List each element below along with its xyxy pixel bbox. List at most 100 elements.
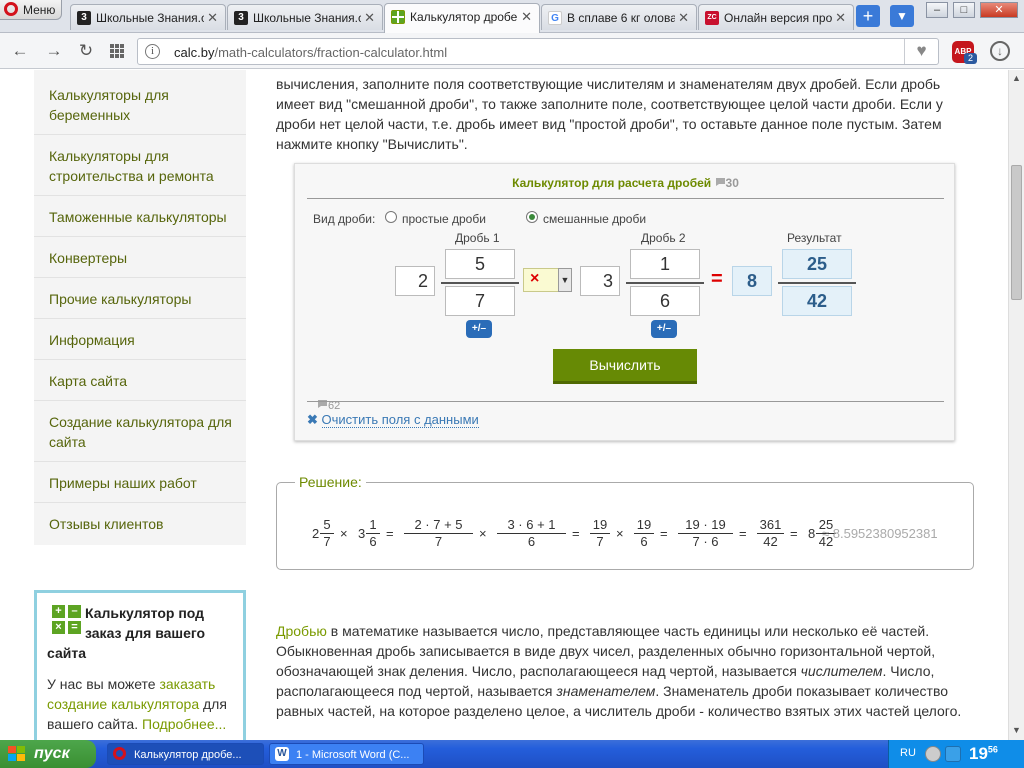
download-icon[interactable]: ↓: [990, 41, 1010, 61]
fraction1-denominator-input[interactable]: 7: [445, 286, 515, 316]
result-numerator: 25: [782, 249, 852, 279]
tab-close-icon[interactable]: ✕: [207, 10, 218, 26]
sidebar-item-sitemap[interactable]: Карта сайта: [34, 371, 246, 401]
fraction2-numerator-input[interactable]: 1: [630, 249, 700, 279]
clear-fields-label[interactable]: Очистить поля с данными: [321, 412, 479, 428]
tab-close-icon[interactable]: ✕: [364, 10, 375, 26]
calculate-button[interactable]: Вычислить: [553, 349, 697, 384]
solution-operator: =: [790, 526, 798, 541]
opera-icon: [113, 747, 126, 760]
fraction2-sign-button[interactable]: +/–: [651, 320, 677, 338]
radio-mixed-label[interactable]: смешанные дроби: [543, 212, 646, 226]
tab-close-icon[interactable]: ✕: [678, 10, 689, 26]
opera-menu-button[interactable]: Меню: [0, 0, 62, 20]
operator-select[interactable]: × ▼: [523, 268, 572, 292]
solution-operator: ×: [479, 526, 487, 541]
tab-school-2[interactable]: 3 Школьные Знания.c ✕: [227, 4, 383, 30]
radio-simple-label[interactable]: простые дроби: [402, 212, 486, 226]
solution-fraction: 57: [320, 517, 334, 550]
sidebar-item-info[interactable]: Информация: [34, 330, 246, 360]
taskbar-item-browser[interactable]: Калькулятор дробе...: [107, 743, 264, 765]
solution-numerator: 361: [759, 517, 782, 532]
reload-icon[interactable]: ↻: [76, 41, 96, 61]
sidebar-item-label[interactable]: Конвертеры: [49, 250, 127, 266]
tab-menu-chevron-icon[interactable]: ▼: [890, 5, 914, 27]
sidebar-item-label[interactable]: Создание калькулятора для сайта: [49, 414, 232, 450]
bookmark-heart-icon[interactable]: ♥: [904, 39, 938, 64]
solution-fraction: 19 · 19 7 · 6: [678, 517, 733, 550]
close-window-icon[interactable]: ✕: [980, 2, 1018, 18]
tab-close-icon[interactable]: ✕: [835, 10, 846, 26]
sidebar-item-customs[interactable]: Таможенные калькуляторы: [34, 207, 246, 237]
new-tab-plus-icon[interactable]: +: [856, 5, 880, 27]
custom-calculator-promo: + – × = Калькулятор под заказ для вашего са…: [34, 590, 246, 740]
clear-fields-link[interactable]: ✖ Очистить поля с данными: [307, 412, 479, 428]
language-indicator[interactable]: RU: [900, 747, 916, 759]
sidebar-item-label[interactable]: Прочие калькуляторы: [49, 291, 191, 307]
maximize-icon[interactable]: □: [953, 2, 975, 18]
fraction2-whole-input[interactable]: 3: [580, 266, 620, 296]
sidebar-item-label[interactable]: Отзывы клиентов: [49, 516, 163, 532]
tab-google-alloy[interactable]: G В сплаве 6 кг олова ✕: [541, 4, 697, 30]
sidebar-item-label[interactable]: Информация: [49, 332, 135, 348]
radio-simple-fractions[interactable]: [385, 211, 397, 223]
chevron-down-icon[interactable]: ▼: [558, 268, 572, 292]
fraction2-denominator-input[interactable]: 6: [630, 286, 700, 316]
tab-online-version[interactable]: ZC Онлайн версия прог ✕: [698, 4, 854, 30]
address-bar[interactable]: i calc.by/math-calculators/fraction-calc…: [137, 38, 939, 65]
scrollbar-thumb[interactable]: [1011, 165, 1022, 300]
fraction1-sign-button[interactable]: +/–: [466, 320, 492, 338]
solution-numerator: 2 · 7 + 5: [414, 517, 463, 532]
clear-x-icon: ✖: [307, 412, 318, 427]
sidebar-item-label[interactable]: Карта сайта: [49, 373, 127, 389]
tab-close-icon[interactable]: ✕: [521, 9, 532, 25]
fraction1-numerator-input[interactable]: 5: [445, 249, 515, 279]
speed-dial-grid-icon[interactable]: [107, 41, 127, 61]
solution-fraction: 19 7: [590, 517, 610, 550]
page-scrollbar[interactable]: ▲ ▼: [1008, 70, 1024, 740]
scroll-down-icon[interactable]: ▼: [1012, 725, 1021, 735]
sidebar-item-label[interactable]: Таможенные калькуляторы: [49, 209, 227, 225]
calc-favicon-icon: [391, 10, 405, 24]
promo-title-line1: Калькулятор под заказ для вашего: [85, 605, 206, 641]
sidebar-item-construction[interactable]: Калькуляторы для строительства и ремонта: [34, 146, 246, 196]
sidebar-item-create-calc[interactable]: Создание калькулятора для сайта: [34, 412, 246, 462]
forward-arrow-icon[interactable]: →: [44, 41, 64, 61]
site-info-icon[interactable]: i: [145, 44, 160, 59]
sidebar-item-label[interactable]: Примеры наших работ: [49, 475, 197, 491]
solution-denominator: 42: [757, 533, 784, 550]
online-favicon-icon: ZC: [705, 11, 719, 25]
windows-taskbar: пуск Калькулятор дробе... W 1 - Microsof…: [0, 740, 1024, 768]
minimize-icon[interactable]: –: [926, 2, 948, 18]
web-page: Калькуляторы для беременных Калькуляторы…: [0, 70, 1008, 740]
tab-fraction-calculator[interactable]: Калькулятор дробе ✕: [384, 3, 540, 33]
znanija-favicon-icon: 3: [77, 11, 91, 25]
more-link[interactable]: Подробнее...: [142, 716, 226, 732]
scroll-up-icon[interactable]: ▲: [1012, 73, 1021, 83]
fraction1-whole-input[interactable]: 2: [395, 266, 435, 296]
tab-school-1[interactable]: 3 Школьные Знания.c ✕: [70, 4, 226, 30]
sidebar-item-label[interactable]: Калькуляторы для строительства и ремонта: [49, 148, 214, 184]
back-arrow-icon[interactable]: ←: [10, 41, 30, 61]
solution-numerator: 19 · 19: [685, 517, 726, 532]
browser-toolbar: ← → ↻ i calc.by/math-calculators/fractio…: [0, 33, 1024, 69]
sidebar-item-converters[interactable]: Конвертеры: [34, 248, 246, 278]
clock[interactable]: 1956: [969, 744, 998, 764]
fraction-term-link[interactable]: Дробью: [276, 623, 327, 639]
radio-mixed-fractions[interactable]: [526, 211, 538, 223]
windows-logo-icon: [8, 746, 26, 762]
instructions-text: вычисления, заполните поля соответствующ…: [276, 76, 943, 152]
solution-operator: =: [572, 526, 580, 541]
sidebar-item-other[interactable]: Прочие калькуляторы: [34, 289, 246, 319]
taskbar-item-word[interactable]: W 1 - Microsoft Word (С...: [269, 743, 424, 765]
comment-count[interactable]: 30: [715, 176, 739, 190]
network-icon[interactable]: [945, 746, 961, 762]
sidebar-item-examples[interactable]: Примеры наших работ: [34, 473, 246, 503]
solution-denominator: 6: [497, 533, 566, 550]
tray-back-icon[interactable]: [925, 746, 941, 762]
sidebar-item-pregnancy[interactable]: Калькуляторы для беременных: [34, 85, 246, 135]
fraction1-label: Дробь 1: [455, 231, 500, 245]
start-button[interactable]: пуск: [0, 740, 96, 768]
sidebar-item-reviews[interactable]: Отзывы клиентов: [34, 514, 246, 544]
sidebar-item-label[interactable]: Калькуляторы для беременных: [49, 87, 169, 123]
